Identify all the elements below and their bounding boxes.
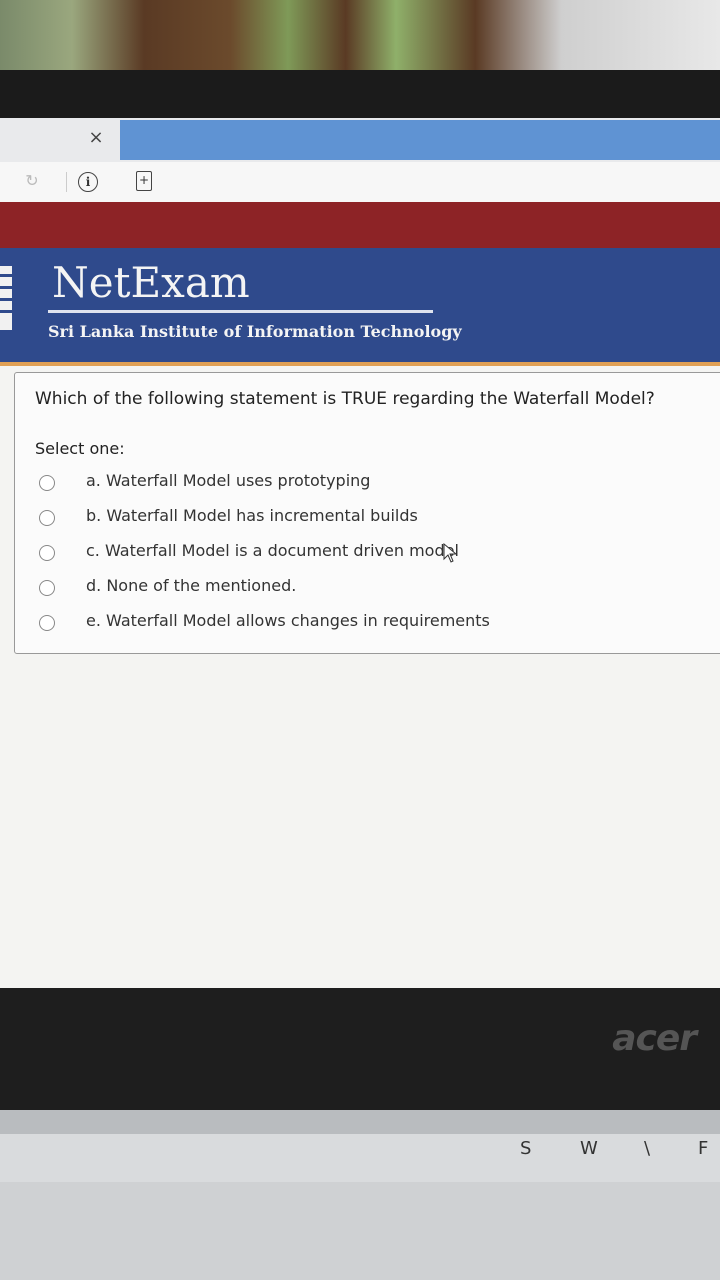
add-page-icon[interactable]: + bbox=[136, 171, 152, 191]
info-icon[interactable]: i bbox=[78, 172, 98, 192]
key-w[interactable]: W bbox=[580, 1138, 598, 1159]
mouse-cursor-icon bbox=[443, 543, 458, 563]
site-top-bar bbox=[0, 202, 720, 248]
laptop-screen: × ↻ i + NetExam Sri Lanka Institute of I… bbox=[0, 118, 720, 988]
option-label[interactable]: d. None of the mentioned. bbox=[86, 576, 296, 595]
radio-button[interactable] bbox=[39, 510, 55, 526]
laptop-chassis: S W \ F bbox=[0, 1110, 720, 1280]
answer-option-c[interactable]: c. Waterfall Model is a document driven … bbox=[39, 541, 639, 571]
laptop-top-bezel bbox=[0, 70, 720, 125]
reload-icon[interactable]: ↻ bbox=[22, 171, 42, 191]
background-window-photo bbox=[0, 0, 720, 80]
key-f[interactable]: F bbox=[698, 1138, 708, 1159]
title-divider bbox=[48, 310, 433, 313]
plus-icon: + bbox=[138, 173, 150, 187]
browser-tab-strip: × bbox=[0, 118, 720, 162]
answer-option-e[interactable]: e. Waterfall Model allows changes in req… bbox=[39, 611, 639, 641]
key-backslash[interactable]: \ bbox=[644, 1138, 650, 1159]
toolbar-divider bbox=[66, 172, 67, 192]
active-tab[interactable] bbox=[120, 120, 720, 160]
answer-option-a[interactable]: a. Waterfall Model uses prototyping bbox=[39, 471, 639, 501]
select-one-label: Select one: bbox=[35, 439, 125, 458]
radio-button[interactable] bbox=[39, 580, 55, 596]
sliit-logo-icon bbox=[0, 266, 12, 330]
answer-option-d[interactable]: d. None of the mentioned. bbox=[39, 576, 639, 606]
keyboard-deck bbox=[0, 1182, 720, 1280]
question-card: Which of the following statement is TRUE… bbox=[14, 372, 720, 654]
option-label[interactable]: c. Waterfall Model is a document driven … bbox=[86, 541, 459, 560]
site-subtitle: Sri Lanka Institute of Information Techn… bbox=[48, 322, 462, 341]
option-label[interactable]: b. Waterfall Model has incremental build… bbox=[86, 506, 418, 525]
brand-logo: acer bbox=[612, 1018, 697, 1059]
site-title: NetExam bbox=[52, 258, 250, 307]
close-tab-icon[interactable]: × bbox=[86, 128, 106, 148]
keyboard-row: S W \ F bbox=[0, 1134, 720, 1182]
radio-button[interactable] bbox=[39, 475, 55, 491]
key-s[interactable]: S bbox=[520, 1138, 531, 1159]
laptop-bottom-bezel: acer bbox=[0, 988, 720, 1110]
header-accent-line bbox=[0, 362, 720, 366]
option-label[interactable]: e. Waterfall Model allows changes in req… bbox=[86, 611, 490, 630]
question-text: Which of the following statement is TRUE… bbox=[35, 389, 655, 409]
site-header: NetExam Sri Lanka Institute of Informati… bbox=[0, 248, 720, 362]
radio-button[interactable] bbox=[39, 545, 55, 561]
browser-toolbar: ↻ i + bbox=[0, 162, 720, 203]
answer-option-b[interactable]: b. Waterfall Model has incremental build… bbox=[39, 506, 639, 536]
option-label[interactable]: a. Waterfall Model uses prototyping bbox=[86, 471, 370, 490]
radio-button[interactable] bbox=[39, 615, 55, 631]
